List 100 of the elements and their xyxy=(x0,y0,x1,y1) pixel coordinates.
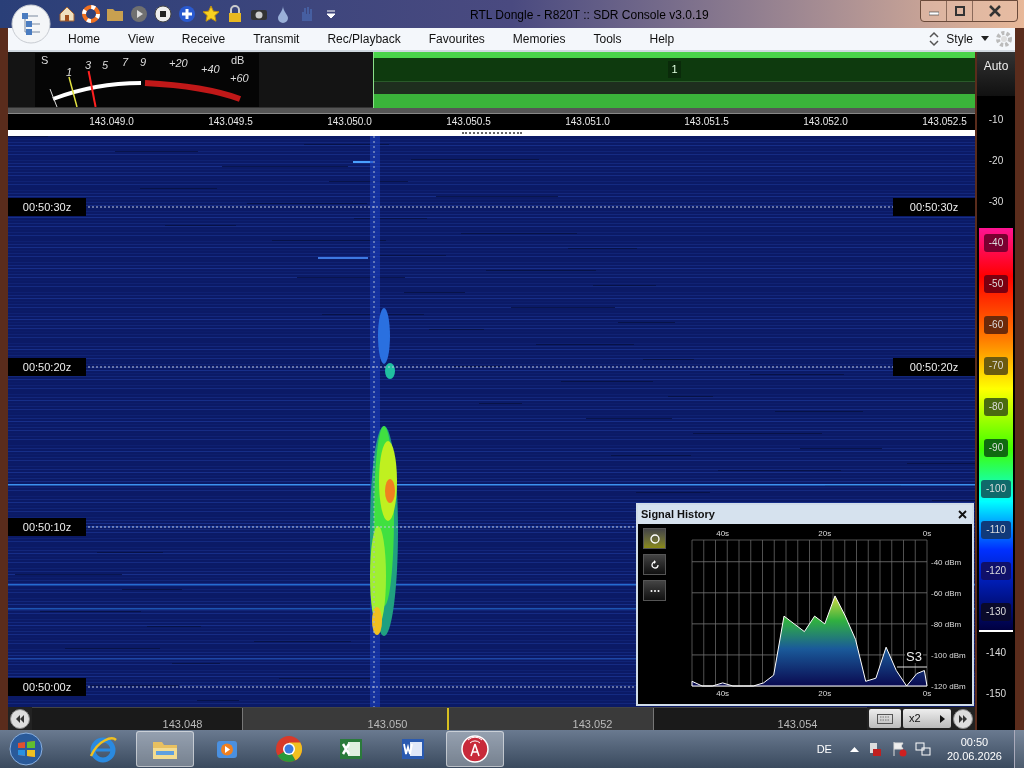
refresh-icon xyxy=(649,559,660,570)
caret-icon xyxy=(940,714,945,723)
menu-item[interactable]: Receive xyxy=(169,30,238,48)
scale-label: -140 xyxy=(986,647,1006,658)
axis-label: 0s xyxy=(922,529,932,538)
menu-item[interactable]: Help xyxy=(637,30,687,48)
scale-label: 9 xyxy=(140,56,147,68)
chevrons-icon[interactable] xyxy=(928,31,941,47)
peak-button[interactable] xyxy=(643,528,666,549)
lock-icon[interactable] xyxy=(226,5,244,23)
axis-label: -40 dBm xyxy=(931,557,962,567)
reset-button[interactable] xyxy=(643,554,666,575)
play-icon[interactable] xyxy=(130,5,148,23)
frequency-label: 143.050 xyxy=(367,719,408,730)
axis-label: 40s xyxy=(716,529,730,538)
time-label: 00:50:30z xyxy=(893,198,975,216)
needle xyxy=(49,88,58,107)
start-button[interactable] xyxy=(8,731,44,767)
taskbar-app[interactable] xyxy=(446,731,504,767)
scroll-right-button[interactable] xyxy=(953,708,973,729)
network-icon[interactable] xyxy=(914,741,931,757)
scale-label: -10 xyxy=(988,114,1004,125)
scale-label: -150 xyxy=(986,688,1006,699)
time-label: 00:50:20z xyxy=(8,358,86,376)
more-button[interactable] xyxy=(643,580,666,601)
close-icon xyxy=(989,5,1001,17)
scale-label: 7 xyxy=(122,56,129,68)
s-reading: S3 xyxy=(905,650,923,663)
clock-time: 00:50 xyxy=(960,735,989,749)
time-label: 00:50:10z xyxy=(8,518,86,536)
lifebuoy-icon[interactable] xyxy=(82,5,100,23)
antenna-icon xyxy=(460,734,490,764)
fast-forward-icon xyxy=(958,714,968,723)
frequency-label: 143.049.0 xyxy=(89,117,134,127)
zoom-button[interactable]: x2 xyxy=(903,709,951,728)
auto-button[interactable]: Auto xyxy=(977,52,1015,96)
style-menu-button[interactable]: Style xyxy=(946,30,989,48)
axis-label: 40s xyxy=(716,689,730,698)
show-desktop-button[interactable] xyxy=(1014,730,1024,768)
signal-band[interactable]: 1 xyxy=(373,52,975,108)
axis-label: 20s xyxy=(818,689,832,698)
axis-label: 0s xyxy=(922,689,932,698)
language-indicator[interactable]: DE xyxy=(816,740,832,758)
scale-label: +40 xyxy=(201,63,220,75)
close-icon xyxy=(957,510,967,519)
browser-icon xyxy=(88,734,118,764)
more-icon xyxy=(649,588,660,593)
scale-label: +20 xyxy=(169,57,188,69)
frequency-label: 143.052 xyxy=(572,719,613,730)
time-label: 00:50:00z xyxy=(8,678,86,696)
menu-item[interactable]: Tools xyxy=(581,30,634,48)
frequency-label: 143.049.5 xyxy=(208,117,253,127)
axis-label: -100 dBm xyxy=(931,650,966,660)
db-label: dB xyxy=(231,54,245,66)
frequency-label: 143.052.0 xyxy=(803,117,848,127)
frequency-label: 143.054 xyxy=(777,719,818,730)
caret-icon xyxy=(981,36,989,42)
frequency-label: 143.052.5 xyxy=(922,117,967,127)
stop-icon[interactable] xyxy=(154,5,172,23)
show-hidden-icons-icon[interactable] xyxy=(849,746,859,752)
peak-needle xyxy=(68,76,78,107)
menu-item[interactable]: Transmit xyxy=(241,30,312,48)
scale-label: 5 xyxy=(102,59,109,71)
home-icon[interactable] xyxy=(58,5,76,23)
axis-label: 20s xyxy=(818,529,832,538)
star-icon[interactable] xyxy=(202,5,220,23)
axis-label: -120 dBm xyxy=(931,682,966,691)
keyboard-button[interactable] xyxy=(869,709,901,728)
browser-icon xyxy=(274,734,304,764)
scale-label: +60 xyxy=(230,72,249,84)
maximize-icon xyxy=(954,6,965,16)
frequency-label: 143.050.5 xyxy=(446,117,491,127)
axis-label: -60 dBm xyxy=(931,588,962,598)
channel-label: 1 xyxy=(668,61,681,78)
frequency-label: 143.048 xyxy=(162,719,203,730)
menu-item[interactable]: Favourites xyxy=(416,30,497,48)
menu-item[interactable]: View xyxy=(116,30,166,48)
menu-item[interactable]: Rec/Playback xyxy=(315,30,413,48)
scale-label: 1 xyxy=(66,66,73,78)
flag-error-icon[interactable] xyxy=(890,741,907,757)
window-title: RTL Dongle - R820T :: SDR Console v3.0.19 xyxy=(470,7,709,24)
scroll-left-button[interactable] xyxy=(10,708,30,729)
menu-item[interactable]: Memories xyxy=(500,30,578,48)
frequency-label: 143.051.0 xyxy=(565,117,610,127)
axis-label: -80 dBm xyxy=(931,619,962,629)
panel-title: Signal History xyxy=(641,507,715,523)
scale-label: -20 xyxy=(988,155,1004,166)
frequency-label: 143.051.5 xyxy=(684,117,729,127)
clock[interactable]: 00:50 20.06.2026 xyxy=(946,735,1002,763)
keyboard-icon xyxy=(877,713,893,724)
circle-icon xyxy=(649,533,660,544)
clock-date: 20.06.2026 xyxy=(946,749,1002,763)
add-icon[interactable] xyxy=(178,5,196,23)
scale-label: 3 xyxy=(85,59,92,71)
band-scroll-track[interactable]: 143.048 143.050 143.052 143.054 xyxy=(32,707,867,730)
scale-label: -30 xyxy=(988,196,1004,207)
rewind-icon xyxy=(15,714,25,723)
menu-item[interactable]: Home xyxy=(56,30,112,48)
s-label: S xyxy=(41,54,49,66)
windows-logo-icon xyxy=(9,732,43,766)
